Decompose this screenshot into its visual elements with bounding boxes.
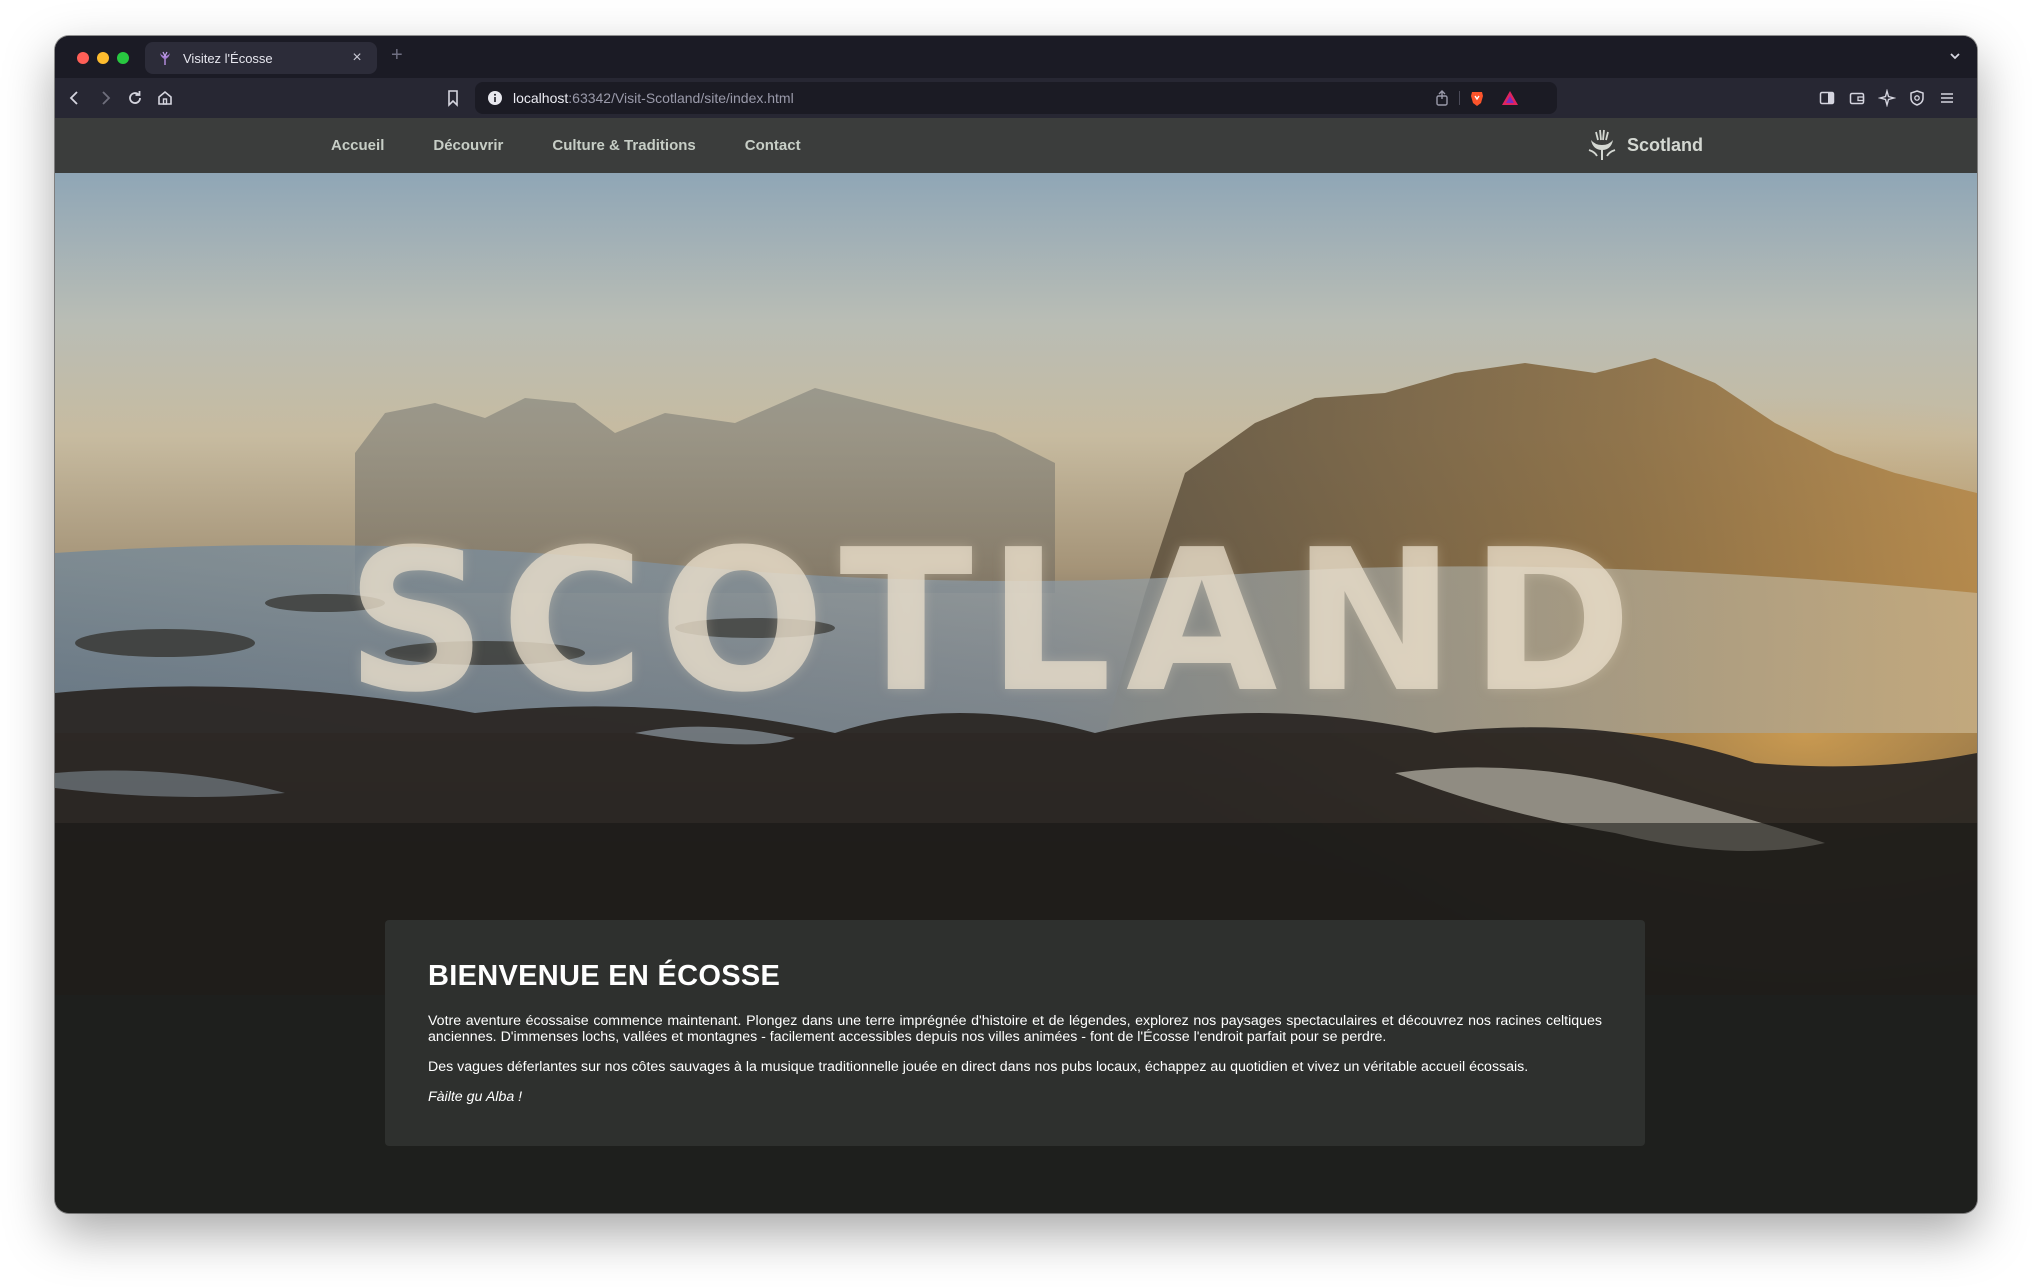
browser-toolbar: localhost:63342/Visit-Scotland/site/inde… — [55, 78, 1977, 118]
browser-tab-active[interactable]: Visitez l'Écosse × — [145, 42, 377, 74]
nav-link-contact[interactable]: Contact — [745, 137, 801, 154]
chevron-down-icon[interactable] — [1947, 48, 1963, 64]
url-text: localhost:63342/Visit-Scotland/site/inde… — [513, 90, 794, 106]
brave-shields-icon[interactable] — [1468, 89, 1486, 107]
tab-title: Visitez l'Écosse — [183, 50, 273, 66]
share-icon[interactable] — [1433, 89, 1451, 107]
browser-window: Visitez l'Écosse × + localhost:63342/Vis… — [55, 36, 1977, 1213]
brand-name: Scotland — [1626, 134, 1703, 155]
back-arrow-icon[interactable] — [65, 88, 85, 108]
site-info-icon[interactable] — [487, 90, 503, 106]
new-tab-button[interactable]: + — [391, 45, 403, 65]
hero-title: SCOTLAND — [345, 508, 1647, 736]
leo-ai-icon[interactable] — [1877, 88, 1897, 108]
sidebar-icon[interactable] — [1817, 88, 1837, 108]
maximize-window-button[interactable] — [117, 52, 129, 64]
tab-close-icon[interactable]: × — [349, 50, 365, 66]
thistle-favicon-icon — [157, 50, 173, 66]
site-navbar: Accueil Découvrir Culture & Traditions C… — [55, 118, 1977, 173]
tab-strip: Visitez l'Écosse × + — [55, 36, 1977, 78]
hero-banner: SCOTLAND — [55, 173, 1977, 995]
nav-link-accueil[interactable]: Accueil — [331, 137, 384, 154]
close-window-button[interactable] — [77, 52, 89, 64]
bookmark-icon[interactable] — [443, 88, 463, 108]
wallet-icon[interactable] — [1847, 88, 1867, 108]
welcome-paragraph-2: Des vagues déferlantes sur nos côtes sau… — [428, 1059, 1529, 1075]
thistle-logo-icon — [1585, 128, 1619, 162]
welcome-title: BIENVENUE EN ÉCOSSE — [428, 960, 781, 992]
url-separator — [1459, 91, 1460, 105]
nav-links: Accueil Découvrir Culture & Traditions C… — [331, 118, 850, 173]
welcome-paragraph-1: Votre aventure écossaise commence mainte… — [428, 1013, 1602, 1045]
brave-rewards-icon[interactable] — [1501, 89, 1519, 107]
forward-arrow-icon[interactable] — [95, 88, 115, 108]
welcome-greeting: Fàilte gu Alba ! — [428, 1089, 523, 1105]
vpn-shield-icon[interactable] — [1907, 88, 1927, 108]
home-icon[interactable] — [155, 88, 175, 108]
web-page: Accueil Découvrir Culture & Traditions C… — [55, 118, 1977, 1213]
nav-link-decouvrir[interactable]: Découvrir — [433, 137, 503, 154]
reload-icon[interactable] — [125, 88, 145, 108]
menu-icon[interactable] — [1937, 88, 1957, 108]
site-brand[interactable]: Scotland — [1585, 128, 1703, 162]
minimize-window-button[interactable] — [97, 52, 109, 64]
address-bar[interactable]: localhost:63342/Visit-Scotland/site/inde… — [475, 82, 1557, 114]
nav-link-culture-traditions[interactable]: Culture & Traditions — [552, 137, 695, 154]
welcome-card: BIENVENUE EN ÉCOSSE Votre aventure écoss… — [385, 920, 1645, 1146]
